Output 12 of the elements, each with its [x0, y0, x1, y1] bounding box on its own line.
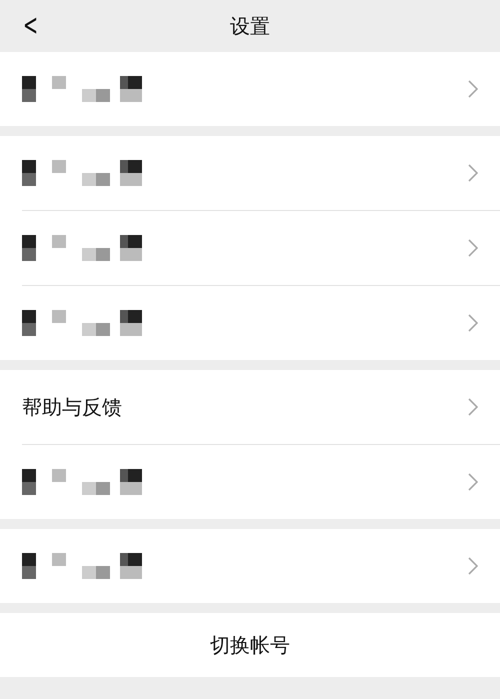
page-title: 设置	[230, 12, 270, 40]
row-label: 帮助与反馈	[22, 394, 122, 420]
chevron-right-icon	[468, 80, 478, 98]
back-button[interactable]: <	[20, 8, 41, 43]
chevron-right-icon	[468, 557, 478, 575]
chevron-right-icon	[468, 164, 478, 182]
settings-row[interactable]: 帮助与反馈	[22, 370, 500, 445]
chevron-right-icon	[468, 398, 478, 416]
chevron-right-icon	[468, 314, 478, 332]
switch-account-button[interactable]: 切换帐号	[0, 613, 500, 677]
chevron-right-icon	[468, 473, 478, 491]
chevron-right-icon	[468, 239, 478, 257]
